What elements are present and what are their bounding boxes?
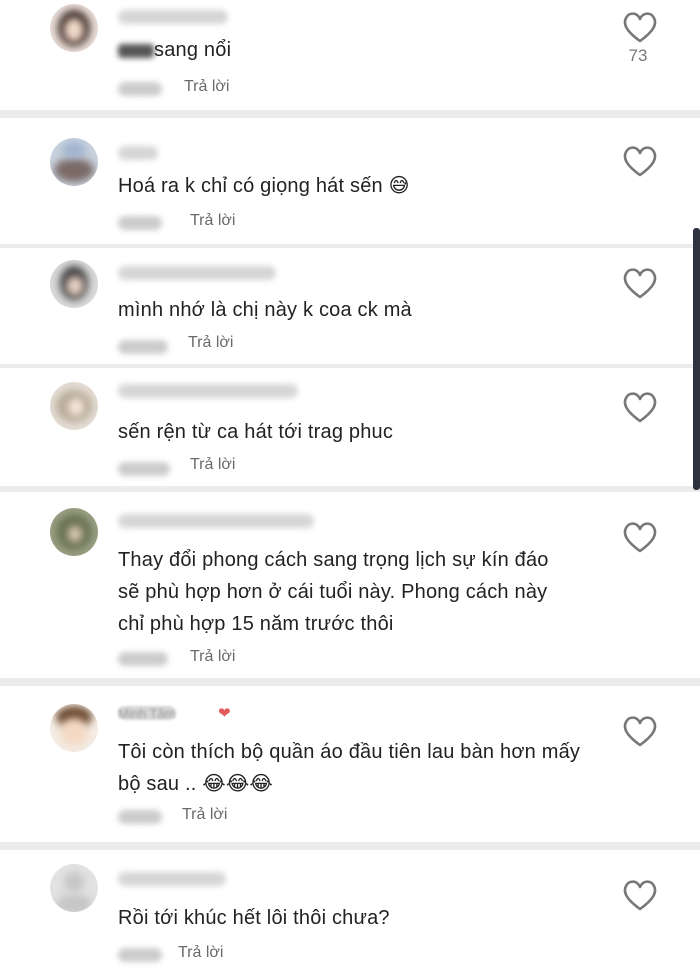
comment-time-blurred [118,216,162,230]
username-blurred[interactable] [118,10,228,24]
avatar[interactable] [50,382,98,430]
comment-card: Thay đổi phong cách sang trọng lịch sự k… [0,492,700,678]
comment-card: mình nhớ là chị này k coa ck mà Trả lời [0,248,700,364]
username-blurred[interactable] [118,384,298,398]
comment-time-blurred [118,810,162,824]
comment-text: Hoá ra k chỉ có giọng hát sến 😅 [118,175,410,197]
comment-text: Tôi còn thích bộ quần áo đầu tiên lau bà… [118,741,581,795]
avatar[interactable] [50,704,98,752]
heart-outline-icon[interactable] [620,390,660,424]
comment-text: sến rện từ ca hát tới trag phuc [118,421,394,443]
reply-button[interactable]: Trả lời [190,212,235,230]
comment-time-blurred [118,948,162,962]
heart-outline-icon[interactable] [620,10,660,44]
avatar[interactable] [50,260,98,308]
reply-button[interactable]: Trả lời [188,334,233,352]
avatar[interactable] [50,4,98,52]
username-blurred[interactable] [118,266,276,280]
reply-button[interactable]: Trả lời [190,648,235,666]
comment-time-blurred [118,340,168,354]
comment-card: Rồi tới khúc hết lôi thôi chưa? Trả lời [0,850,700,977]
username-blurred[interactable] [118,514,314,528]
avatar[interactable] [50,864,98,912]
comment-card: sến rện từ ca hát tới trag phuc Trả lời [0,368,700,486]
heart-outline-icon[interactable] [620,520,660,554]
reply-button[interactable]: Trả lời [190,456,235,474]
heart-outline-icon[interactable] [620,714,660,748]
scrollbar[interactable] [693,228,700,490]
comment-card: sang nổi Trả lời 73 [0,0,700,110]
comment-text: mình nhớ là chị này k coa ck mà [118,299,412,321]
heart-badge-icon: ❤ [218,705,231,722]
comment-card: Minh Tâm ❤ Tôi còn thích bộ quần áo đầu … [0,686,700,842]
avatar[interactable] [50,508,98,556]
comment-text: sang nổi [118,34,588,66]
comment-text: Rồi tới khúc hết lôi thôi chưa? [118,907,390,929]
like-count: 73 [628,46,648,65]
comment-time-blurred [118,652,168,666]
reply-button[interactable]: Trả lời [182,806,227,824]
reply-button[interactable]: Trả lời [178,944,223,962]
username-visible[interactable]: Minh Tâm [118,706,176,721]
comment-card: Hoá ra k chỉ có giọng hát sến 😅 Trả lời [0,118,700,244]
username-blurred[interactable] [118,872,226,886]
reply-button[interactable]: Trả lời [184,78,229,96]
comment-time-blurred [118,462,170,476]
heart-outline-icon[interactable] [620,266,660,300]
comment-time-blurred [118,82,162,96]
avatar[interactable] [50,138,98,186]
heart-outline-icon[interactable] [620,144,660,178]
username-blurred[interactable] [118,146,158,160]
comment-text: Thay đổi phong cách sang trọng lịch sự k… [118,549,549,635]
heart-outline-icon[interactable] [620,878,660,912]
